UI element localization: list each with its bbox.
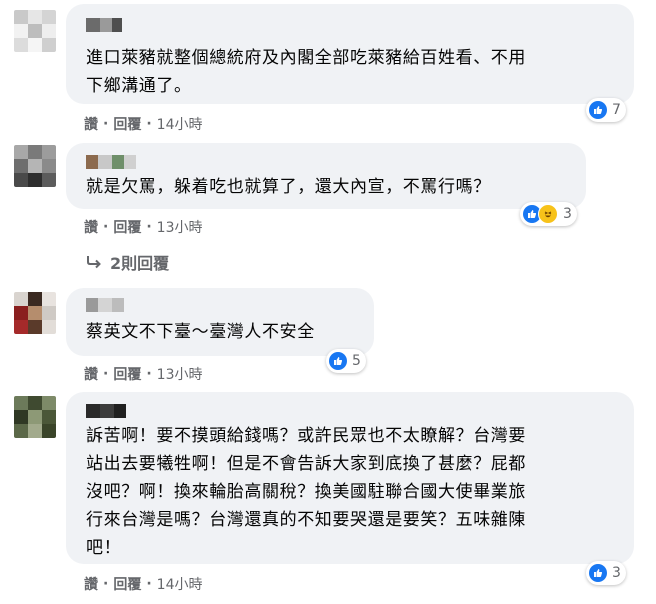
avatar[interactable] [14,145,56,187]
like-icon [329,352,347,370]
avatar[interactable] [14,396,56,438]
comment-actions: 讚 · 回覆 · 13小時 [84,364,203,384]
avatar[interactable] [14,292,56,334]
view-replies-link[interactable]: 2則回覆 [86,250,169,274]
comment-text: 訴苦啊！要不摸頭給錢嗎？或許民眾也不太瞭解？台灣要 站出去要犧牲啊！但是不會告訴… [86,426,526,558]
view-replies-label: 2則回覆 [110,254,170,273]
haha-icon [538,204,558,224]
reply-arrow-icon [86,255,102,269]
reply-button[interactable]: 回覆 [113,114,141,134]
like-button[interactable]: 讚 [84,364,98,384]
comment-actions: 讚 · 回覆 · 14小時 [84,114,203,134]
reaction-count: 3 [563,206,572,222]
commenter-name-redacted[interactable] [86,298,124,312]
reaction-summary[interactable]: 3 [586,561,626,585]
comment-actions: 讚 · 回覆 · 13小時 [84,217,203,237]
reaction-summary[interactable]: 7 [586,98,626,122]
avatar[interactable] [14,10,56,52]
reaction-summary[interactable]: 5 [326,349,366,373]
comment-timestamp[interactable]: 14小時 [157,114,203,134]
like-button[interactable]: 讚 [84,574,98,594]
reaction-count: 7 [612,102,621,118]
like-icon [589,101,607,119]
like-button[interactable]: 讚 [84,217,98,237]
comment-bubble: 進口萊豬就整個總統府及內閣全部吃萊豬給百姓看、不用 下鄉溝通了。 [66,4,634,104]
comment-bubble: 蔡英文不下臺～臺灣人不安全 [66,288,374,356]
reply-button[interactable]: 回覆 [113,574,141,594]
like-icon [589,564,607,582]
commenter-name-redacted[interactable] [86,18,122,32]
comment-bubble: 就是欠罵，躲着吃也就算了，還大內宣，不罵行嗎？ [66,143,586,209]
reply-button[interactable]: 回覆 [113,217,141,237]
comment-text: 進口萊豬就整個總統府及內閣全部吃萊豬給百姓看、不用 下鄉溝通了。 [86,48,526,96]
comment-timestamp[interactable]: 13小時 [157,217,203,237]
commenter-name-redacted[interactable] [86,155,136,169]
like-button[interactable]: 讚 [84,114,98,134]
reply-button[interactable]: 回覆 [113,364,141,384]
comment-actions: 讚 · 回覆 · 14小時 [84,574,203,594]
comment-text: 就是欠罵，躲着吃也就算了，還大內宣，不罵行嗎？ [86,177,491,197]
comment-bubble: 訴苦啊！要不摸頭給錢嗎？或許民眾也不太瞭解？台灣要 站出去要犧牲啊！但是不會告訴… [66,392,634,564]
comment-text: 蔡英文不下臺～臺灣人不安全 [86,322,315,342]
reaction-count: 3 [612,565,621,581]
commenter-name-redacted[interactable] [86,404,126,418]
comment-timestamp[interactable]: 14小時 [157,574,203,594]
reaction-count: 5 [352,353,361,369]
reaction-summary[interactable]: 3 [520,202,577,226]
comment-timestamp[interactable]: 13小時 [157,364,203,384]
